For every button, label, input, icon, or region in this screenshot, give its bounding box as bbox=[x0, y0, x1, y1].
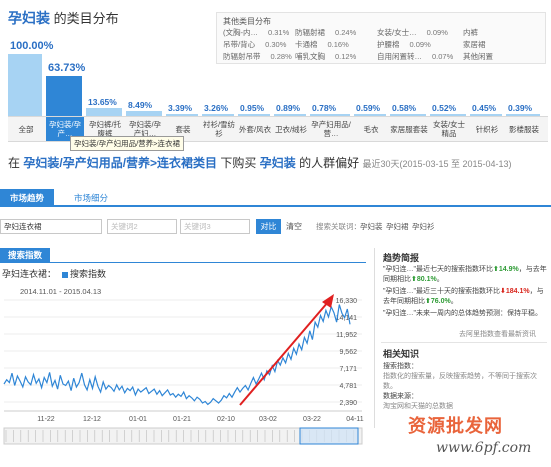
knowledge-title: 相关知识 bbox=[383, 349, 420, 359]
keyword-row: 孕妇连衣裙 关键词2 关键词3 对比 清空 搜索关联词： 孕妇装 孕妇裙 孕妇衫 bbox=[0, 219, 551, 235]
compare-button[interactable]: 对比 bbox=[256, 219, 281, 234]
category-bar-pct: 63.73% bbox=[48, 62, 86, 74]
category-tab[interactable]: 外套/风衣 bbox=[238, 117, 272, 141]
x-tick-label: 01-01 bbox=[129, 416, 147, 423]
trend-brief-panel: 趋势简报 "孕妇连…"最近七天的搜索指数环比⬆14.9%，与去年同期相比⬆80.… bbox=[374, 248, 549, 428]
category-bar-pct: 3.39% bbox=[168, 103, 193, 113]
category-bar-pct: 0.52% bbox=[432, 103, 457, 113]
search-index-tab[interactable]: 搜索指数 bbox=[0, 248, 51, 263]
other-category-item[interactable]: (文胸-内… 0.31% bbox=[223, 27, 289, 38]
category-path-link[interactable]: 孕妇装/孕产妇用品/营养>连衣裙类目 bbox=[23, 156, 217, 170]
x-tick-label: 03-02 bbox=[259, 416, 277, 423]
keyword2-input[interactable]: 关键词2 bbox=[107, 219, 177, 234]
y-tick-label: 14,141 bbox=[336, 315, 358, 322]
other-category-item[interactable]: 其他闲置 bbox=[463, 51, 503, 62]
category-tab[interactable]: 针织衫 bbox=[470, 117, 504, 141]
y-tick-label: 4,781 bbox=[339, 383, 357, 390]
x-tick-label: 03-22 bbox=[303, 416, 321, 423]
category-bar-pct: 13.65% bbox=[88, 97, 117, 107]
other-category-item[interactable]: 吊带/背心 0.30% bbox=[223, 39, 286, 50]
keyword3-input[interactable]: 关键词3 bbox=[180, 219, 250, 234]
category-tab[interactable]: 家居服套装 bbox=[390, 117, 428, 141]
trend-brief-item: "孕妇连…"最近三十天的搜索指数环比⬇184.1%，与去年同期相比⬆76.0%。 bbox=[383, 288, 544, 305]
related-words-label: 搜索关联词： bbox=[316, 222, 361, 231]
category-bar-pct: 0.78% bbox=[312, 103, 337, 113]
keyword1-input[interactable]: 孕妇连衣裙 bbox=[0, 219, 102, 234]
other-category-item[interactable]: 自用闲置转… 0.07% bbox=[377, 51, 453, 62]
category-bar[interactable] bbox=[46, 76, 82, 116]
category-bar-pct: 8.49% bbox=[128, 100, 153, 110]
other-category-item[interactable]: 卡通棉 0.16% bbox=[295, 39, 349, 50]
x-tick-label: 04-11 bbox=[346, 416, 363, 423]
category-tooltip: 孕妇装/孕产妇用品/营养>连衣裙 bbox=[70, 136, 185, 151]
y-tick-label: 11,952 bbox=[336, 332, 357, 339]
related-word-link[interactable]: 孕妇裙 bbox=[386, 219, 409, 234]
y-tick-label: 9,562 bbox=[339, 349, 357, 356]
watermark-url: www.6pf.com bbox=[436, 440, 532, 456]
other-category-item[interactable]: 哺乳文胸 0.12% bbox=[295, 51, 356, 62]
search-index-chart: 16,330 14,141 11,952 9,562 7,171 4,781 2,390 11… bbox=[3, 294, 364, 445]
related-word-link[interactable]: 孕妇衫 bbox=[412, 219, 435, 234]
other-categories-box: 其他类目分布 (文胸-内… 0.31% 防辐射裙 0.24% 女装/女士… 0.09% 内裤… bbox=[216, 12, 546, 64]
category-bar-pct: 3.26% bbox=[204, 103, 229, 113]
category-tab[interactable]: 衬衫/雪纺衫 bbox=[202, 117, 236, 141]
category-tab[interactable]: 孕产妇用品/营… bbox=[310, 117, 352, 141]
other-categories-title: 其他类目分布 bbox=[223, 17, 271, 26]
y-tick-label: 7,171 bbox=[339, 366, 357, 373]
category-bar-pct: 0.59% bbox=[356, 103, 381, 113]
ali-index-link[interactable]: 去阿里指数查看最新资讯 bbox=[459, 330, 536, 340]
category-bar-pct: 100.00% bbox=[10, 40, 54, 52]
category-bar[interactable] bbox=[8, 54, 42, 116]
y-tick-label: 2,390 bbox=[339, 400, 357, 407]
category-bar-pct: 0.45% bbox=[472, 103, 497, 113]
trend-brief-item: "孕妇连…"最近七天的搜索指数环比⬆14.9%，与去年同期相比⬆80.1%。 bbox=[383, 266, 547, 283]
tab-market-trend[interactable]: 市场趋势 bbox=[0, 189, 55, 207]
x-tick-label: 12-12 bbox=[83, 416, 101, 423]
trend-brief-title: 趋势简报 bbox=[383, 253, 420, 263]
x-tick-label: 11-22 bbox=[37, 416, 54, 423]
timeline-selection-handle bbox=[299, 427, 359, 445]
related-word-link[interactable]: 孕妇装 bbox=[360, 219, 383, 234]
category-tab[interactable]: 影楼服装 bbox=[506, 117, 542, 141]
category-bar-pct: 0.89% bbox=[276, 103, 301, 113]
market-tabbar: 市场趋势 市场细分 bbox=[0, 189, 551, 207]
category-bar-pct: 0.39% bbox=[508, 103, 533, 113]
x-tick-label: 02-10 bbox=[217, 416, 235, 423]
other-category-item[interactable]: 防辐射裙 0.24% bbox=[295, 27, 356, 38]
tab-market-segment[interactable]: 市场细分 bbox=[64, 189, 118, 207]
legend-swatch bbox=[62, 271, 69, 278]
search-index-panel-header: 搜索指数 bbox=[0, 248, 366, 263]
other-category-item[interactable]: 女装/女士… 0.09% bbox=[377, 27, 448, 38]
other-category-item[interactable]: 家居裙 bbox=[463, 39, 496, 50]
category-dist-title: 孕妇装 的类目分布 bbox=[8, 10, 119, 26]
divider bbox=[381, 342, 547, 343]
other-category-item[interactable]: 防辐射吊带 0.28% bbox=[223, 51, 292, 62]
other-category-item[interactable]: 内裤 bbox=[463, 27, 488, 38]
category-tab[interactable]: 毛衣 bbox=[354, 117, 388, 141]
trend-brief-item: "孕妇连…"未来一周内的总体趋势预测：保持平稳。 bbox=[383, 310, 542, 317]
category-bar-pct: 0.95% bbox=[240, 103, 265, 113]
clear-button[interactable]: 清空 bbox=[286, 219, 302, 234]
category-bar-pct: 0.58% bbox=[392, 103, 417, 113]
category-bar[interactable] bbox=[86, 108, 122, 116]
category-tab[interactable]: 卫衣/绒衫 bbox=[274, 117, 308, 141]
category-tab[interactable]: 全部 bbox=[8, 117, 44, 141]
category-tab[interactable]: 女装/女士精品 bbox=[430, 117, 468, 141]
other-category-item[interactable]: 护腰棉 0.09% bbox=[377, 39, 431, 50]
search-index-line bbox=[3, 304, 351, 406]
y-tick-label: 16,330 bbox=[336, 298, 358, 305]
preference-heading: 在 孕妇装/孕产妇用品/营养>连衣裙类目 下购买 孕妇装 的人群偏好 最近30天… bbox=[8, 156, 512, 170]
x-tick-label: 01-21 bbox=[173, 416, 191, 423]
knowledge-text: 搜索指数： 指数化的搜索量，反映搜索趋势，不等同于搜索次数。 数据来源： 淘宝网… bbox=[383, 363, 537, 410]
watermark-logo-cn: 资源批发网 bbox=[408, 416, 503, 437]
